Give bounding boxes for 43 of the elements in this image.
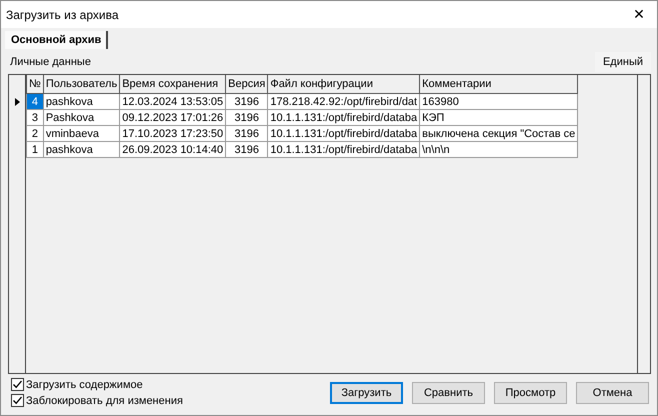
table-cell: 10.1.1.131:/opt/firebird/databa [268,142,420,158]
table-cell: 3196 [226,142,268,158]
dialog-button[interactable]: Просмотр [494,382,567,404]
table-cell: Pashkova [43,110,120,126]
table-cell: pashkova [43,94,120,110]
table-cell: 178.218.42.92:/opt/firebird/dat [268,94,420,110]
table-cell: 3 [26,110,44,126]
table-cell: vminbaeva [43,126,120,142]
checkbox[interactable] [11,378,24,391]
table-cell: 10.1.1.131:/opt/firebird/databa [268,110,420,126]
checkbox-label: Загрузить содержимое [26,378,143,390]
tab[interactable]: Основной архив [5,31,108,49]
column-header[interactable]: Файл конфигурации [268,75,420,94]
checkbox[interactable] [11,394,24,407]
window-title: Загрузить из архива [6,8,118,22]
dialog-button[interactable]: Загрузить [330,382,403,404]
table-cell: 17.10.2023 17:23:50 [120,126,226,142]
column-header[interactable]: Пользователь [43,75,120,94]
column-header[interactable]: Комментарии [420,75,578,94]
close-button[interactable]: ✕ [621,1,657,28]
table-cell: 3196 [226,110,268,126]
table-cell: КЭП [420,110,578,126]
table-cell: \n\n\n [420,142,578,158]
column-header[interactable]: Время сохранения [120,75,226,94]
checkbox-label: Заблокировать для изменения [26,394,183,406]
column-header[interactable]: № [26,75,44,94]
table-cell: 3196 [226,94,268,110]
table-cell: 1 [26,142,44,158]
table-cell: 12.03.2024 13:53:05 [120,94,226,110]
table-cell: 26.09.2023 10:14:40 [120,142,226,158]
dialog-button[interactable]: Сравнить [412,382,485,404]
mode-button[interactable]: Единый [594,52,651,72]
table-cell: pashkova [43,142,120,158]
table-cell: 4 [26,94,44,110]
table-cell: выключена секция "Состав се [420,126,578,142]
table-cell: 10.1.1.131:/opt/firebird/databa [268,126,420,142]
section-label: Личные данные [9,56,91,68]
table-cell: 3196 [226,126,268,142]
column-header[interactable]: Версия [226,75,268,94]
table-cell: 09.12.2023 17:01:26 [120,110,226,126]
dialog-button[interactable]: Отмена [576,382,649,404]
table-cell: 163980 [420,94,578,110]
table-cell: 2 [26,126,44,142]
